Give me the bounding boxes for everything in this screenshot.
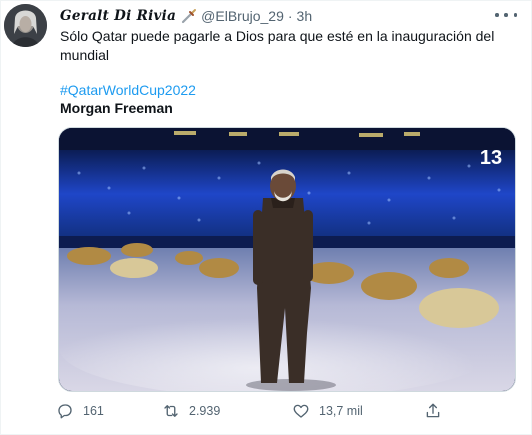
more-options-icon[interactable] <box>495 7 517 23</box>
avatar[interactable] <box>4 4 47 47</box>
retweet-count: 2.939 <box>189 404 221 418</box>
like-icon <box>293 404 309 418</box>
avatar-image <box>4 4 47 47</box>
hashtag-link[interactable]: #QatarWorldCup2022 <box>60 81 196 100</box>
tweet-subject-text: Morgan Freeman <box>60 100 173 116</box>
header-separator: · <box>287 8 293 24</box>
retweet-button[interactable]: 2.939 <box>162 401 220 421</box>
sword-icon <box>182 9 197 24</box>
reply-icon <box>58 404 72 419</box>
channel-logo: 13 <box>480 147 502 169</box>
media-video-frame: 13 <box>59 128 515 391</box>
tweet-header: Geralt Di Rivia @ElBrujo_29 · 3h <box>60 6 491 26</box>
author-name[interactable]: Geralt Di Rivia <box>60 8 176 24</box>
share-button[interactable] <box>424 401 442 421</box>
like-count: 13,7 mil <box>319 404 363 418</box>
like-button[interactable]: 13,7 mil <box>292 401 363 421</box>
tweet-time[interactable]: 3h <box>297 8 313 24</box>
channel-logo-text: 13 <box>480 147 502 169</box>
tweet-actions: 161 2.939 13,7 mil <box>56 401 456 421</box>
reply-button[interactable]: 161 <box>56 401 104 421</box>
share-icon <box>426 403 440 418</box>
author-handle[interactable]: @ElBrujo_29 <box>201 8 284 24</box>
tweet-card[interactable]: Geralt Di Rivia @ElBrujo_29 · 3h Sólo Qa… <box>0 0 532 435</box>
tweet-text: Sólo Qatar puede pagarle a Dios para que… <box>60 28 495 63</box>
tweet-media[interactable]: 13 <box>58 127 516 392</box>
retweet-icon <box>164 405 178 417</box>
reply-count: 161 <box>83 404 104 418</box>
